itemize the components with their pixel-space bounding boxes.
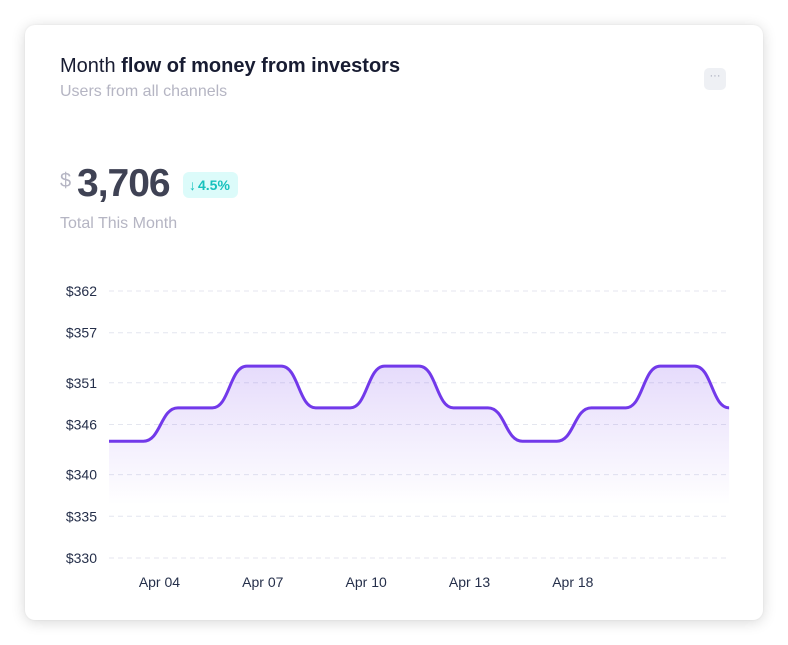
x-tick-label: Apr 18 (552, 574, 593, 590)
chart-card: Month flow of money from investors Users… (25, 25, 763, 620)
area-chart: $362 $357 $351 $346 $340 $335 $330 Apr 04 Apr 0… (66, 283, 730, 590)
series-area (109, 366, 730, 505)
x-tick-label: Apr 07 (242, 574, 283, 590)
y-tick-label: $335 (66, 508, 97, 524)
y-tick-label: $340 (66, 467, 97, 483)
y-tick-label: $357 (66, 325, 97, 341)
x-tick-label: Apr 10 (346, 574, 387, 590)
y-tick-label: $346 (66, 417, 97, 433)
y-tick-label: $330 (66, 550, 97, 566)
x-tick-label: Apr 13 (449, 574, 490, 590)
y-tick-label: $362 (66, 283, 97, 299)
x-tick-label: Apr 04 (139, 574, 180, 590)
y-tick-label: $351 (66, 375, 97, 391)
